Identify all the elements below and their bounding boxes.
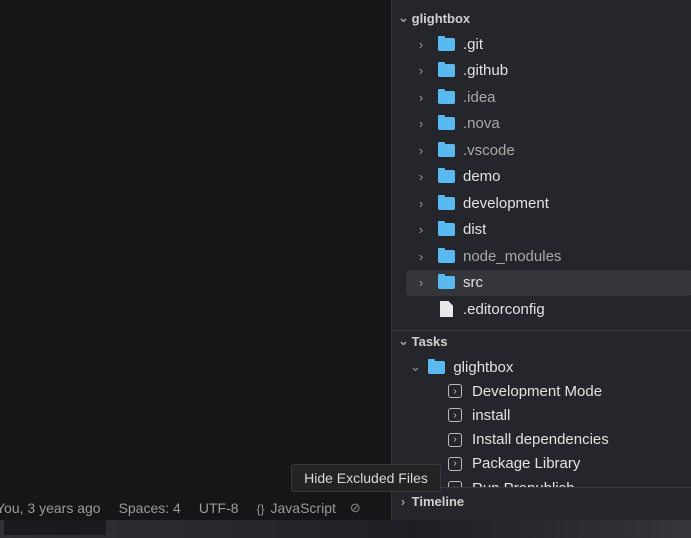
sidebar: ⌄ glightbox › .git › .github › .idea › .nova › .v…: [391, 0, 691, 520]
chevron-right-icon: ›: [418, 195, 424, 211]
folder-icon: [438, 141, 455, 157]
folder-icon: [438, 168, 455, 183]
file-icon: [440, 301, 453, 317]
language-mode[interactable]: {} JavaScript: [257, 500, 336, 516]
folder-icon: [438, 221, 455, 236]
terminal-icon: ›: [448, 456, 462, 471]
chevron-right-icon: ›: [418, 169, 424, 184]
chevron-down-icon: ⌄: [398, 10, 409, 25]
tree-item-folder[interactable]: › .nova: [392, 111, 691, 137]
terminal-icon: ›: [448, 408, 462, 423]
folder-icon: [438, 274, 455, 289]
folder-icon: [438, 115, 455, 130]
tree-item-folder[interactable]: › dist: [392, 217, 691, 243]
chevron-right-icon: ›: [400, 493, 406, 509]
chevron-right-icon: ›: [418, 142, 424, 158]
chevron-right-icon: ›: [418, 275, 424, 290]
terminal-icon: ›: [448, 432, 462, 447]
status-bar: You, 3 years ago Spaces: 4 UTF-8 {} JavaS…: [0, 496, 391, 520]
folder-icon: [438, 247, 455, 263]
tasks-section-header[interactable]: ⌄ Tasks: [398, 328, 691, 354]
tree-item-folder[interactable]: › node_modules: [392, 243, 691, 269]
tree-item-folder[interactable]: › development: [392, 190, 691, 216]
encoding[interactable]: UTF-8: [199, 500, 239, 516]
tree-item-folder[interactable]: › .vscode: [392, 137, 691, 163]
task-item[interactable]: › install: [448, 402, 691, 428]
tree-item-folder[interactable]: › .git: [392, 31, 691, 57]
chevron-down-icon: ⌄: [398, 333, 409, 348]
chevron-right-icon: ›: [418, 63, 424, 78]
folder-icon: [438, 194, 455, 210]
folder-icon: [438, 35, 455, 51]
task-item[interactable]: › Install dependencies: [448, 427, 691, 453]
tree-item-folder[interactable]: › .github: [392, 58, 691, 84]
terminal-icon: ›: [448, 384, 462, 398]
chevron-right-icon: ›: [418, 89, 424, 105]
folder-icon: [438, 88, 455, 104]
tree-item-file[interactable]: .editorconfig: [392, 296, 691, 322]
hide-excluded-files-icon[interactable]: ⊘: [350, 500, 361, 516]
tree-item-folder[interactable]: › .idea: [392, 84, 691, 110]
tooltip: Hide Excluded Files: [291, 464, 441, 492]
chevron-right-icon: ›: [418, 36, 424, 52]
chevron-right-icon: ›: [418, 116, 424, 131]
explorer-root[interactable]: ⌄ glightbox: [398, 5, 691, 31]
chevron-right-icon: ›: [418, 222, 424, 237]
git-blame[interactable]: You, 3 years ago: [0, 500, 101, 516]
task-item[interactable]: › Development Mode: [448, 378, 691, 404]
timeline-section-header[interactable]: › Timeline: [398, 488, 691, 514]
task-group[interactable]: ⌄ glightbox: [410, 354, 691, 380]
tree-item-folder[interactable]: › demo: [392, 164, 691, 190]
tree-item-folder[interactable]: › src: [406, 269, 691, 296]
editor-area[interactable]: [0, 0, 391, 496]
chevron-down-icon: ⌄: [410, 359, 421, 374]
desktop-bar: [4, 520, 106, 535]
indentation[interactable]: Spaces: 4: [119, 500, 181, 516]
task-item[interactable]: › Package Library: [448, 451, 691, 477]
folder-icon: [438, 62, 455, 77]
chevron-right-icon: ›: [418, 248, 424, 264]
braces-icon: {}: [256, 502, 265, 516]
folder-icon: [428, 358, 446, 374]
